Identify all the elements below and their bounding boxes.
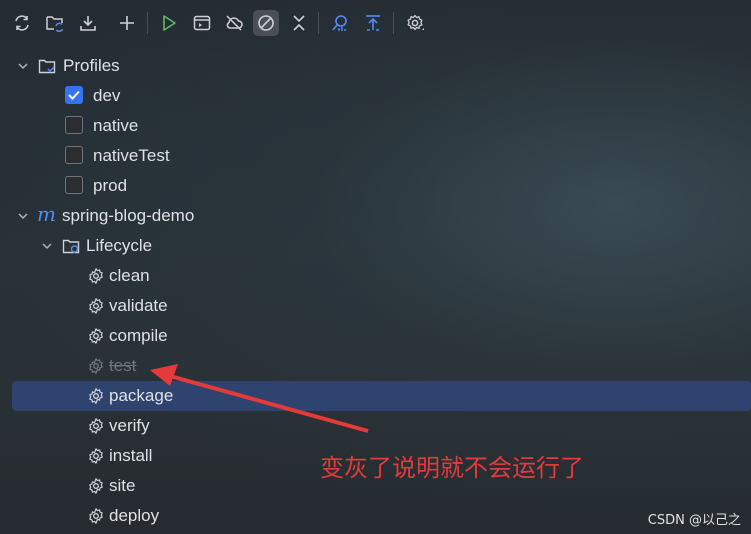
annotation-text: 变灰了说明就不会运行了 — [320, 454, 584, 482]
watermark: CSDN @以己之 — [647, 513, 741, 528]
